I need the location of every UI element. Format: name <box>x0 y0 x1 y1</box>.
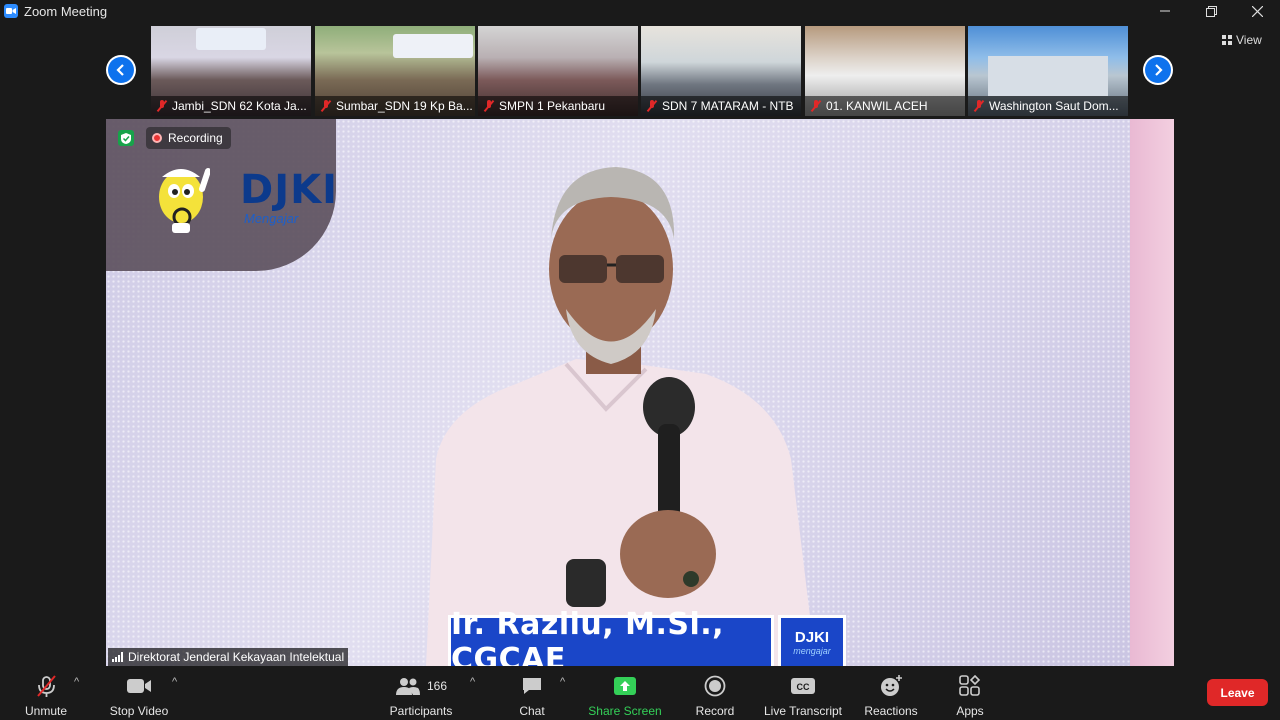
participant-name-tag: Direktorat Jenderal Kekayaan Intelektual <box>108 648 349 666</box>
participant-thumbnail[interactable]: SDN 7 MATARAM - NTB <box>641 26 801 116</box>
window-title: Zoom Meeting <box>24 3 108 19</box>
muted-mic-icon <box>974 100 984 112</box>
caption-logo: DJKI mengajar <box>778 615 846 666</box>
muted-mic-icon <box>647 100 657 112</box>
thumbnail-label: 01. KANWIL ACEH <box>826 99 928 113</box>
title-bar: Zoom Meeting <box>0 0 1280 22</box>
share-screen-button[interactable]: Share Screen <box>588 674 662 718</box>
participants-count: 166 <box>426 679 448 693</box>
minimize-button[interactable] <box>1142 0 1188 22</box>
svg-text:CC: CC <box>797 682 810 692</box>
participants-button[interactable]: 166 Participants <box>386 674 456 718</box>
previous-page-button[interactable] <box>106 55 136 85</box>
muted-microphone-icon <box>37 675 56 697</box>
share-screen-icon <box>614 677 636 695</box>
apps-label: Apps <box>956 704 984 718</box>
security-shield-icon[interactable] <box>118 130 134 146</box>
recording-indicator[interactable]: Recording <box>146 127 231 149</box>
apps-button[interactable]: Apps <box>952 674 988 718</box>
chat-options-caret-icon[interactable]: ^ <box>560 676 565 688</box>
thumbnail-label: Washington Saut Dom... <box>989 99 1119 113</box>
participant-thumbnail[interactable]: Washington Saut Dom... <box>968 26 1128 116</box>
caption-logo-subtitle: mengajar <box>793 645 831 656</box>
view-button[interactable]: View <box>1222 33 1262 47</box>
record-label: Record <box>695 704 735 718</box>
speaker-image <box>426 167 816 666</box>
restore-icon <box>1205 5 1217 17</box>
unmute-button[interactable]: Unmute <box>22 674 70 718</box>
reactions-label: Reactions <box>864 704 918 718</box>
participant-name: Direktorat Jenderal Kekayaan Intelektual <box>128 650 345 664</box>
close-button[interactable] <box>1234 0 1280 22</box>
grid-icon <box>1222 35 1232 45</box>
stop-video-button[interactable]: Stop Video <box>105 674 173 718</box>
leave-button[interactable]: Leave <box>1207 679 1268 706</box>
participant-thumbnail[interactable]: SMPN 1 Pekanbaru <box>478 26 638 116</box>
chevron-right-icon <box>1155 64 1163 76</box>
speaker-caption: Ir. Razilu, M.Si., CGCAE <box>448 607 774 666</box>
muted-mic-icon <box>321 100 331 112</box>
event-logo-subtitle: Mengajar <box>244 211 299 226</box>
participant-thumbnail[interactable]: 01. KANWIL ACEH <box>805 26 965 116</box>
live-transcript-label: Live Transcript <box>763 704 843 718</box>
participants-label: Participants <box>389 704 453 718</box>
thumbnail-label: SDN 7 MATARAM - NTB <box>662 99 794 113</box>
chevron-left-icon <box>116 64 124 76</box>
signal-strength-icon <box>112 652 123 662</box>
mascot-image <box>159 168 210 233</box>
speaker-caption-text: Ir. Razilu, M.Si., CGCAE <box>451 607 725 666</box>
stop-video-label: Stop Video <box>109 704 169 718</box>
recording-dot-icon <box>152 133 162 143</box>
active-speaker-video: DJKI Mengajar Recording Ir. Razilu, M.Si… <box>106 119 1174 666</box>
close-icon <box>1251 5 1263 17</box>
next-page-button[interactable] <box>1143 55 1173 85</box>
view-label: View <box>1236 33 1262 47</box>
thumbnail-label: Jambi_SDN 62 Kota Ja... <box>172 99 307 113</box>
participants-icon <box>395 678 420 695</box>
apps-icon <box>959 675 981 696</box>
restore-button[interactable] <box>1188 0 1234 22</box>
chat-label: Chat <box>519 704 545 718</box>
chat-button[interactable]: Chat <box>514 674 550 718</box>
chat-icon <box>523 678 541 694</box>
video-camera-icon <box>127 679 151 693</box>
reactions-button[interactable]: Reactions <box>862 674 920 718</box>
participants-options-caret-icon[interactable]: ^ <box>470 676 475 688</box>
thumbnail-label: Sumbar_SDN 19 Kp Ba... <box>336 99 473 113</box>
zoom-app-icon <box>4 4 18 18</box>
reactions-icon <box>881 675 902 696</box>
meeting-toolbar: Unmute ^ Stop Video ^ 166 Participants ^… <box>0 666 1280 720</box>
thumbnail-label: SMPN 1 Pekanbaru <box>499 99 606 113</box>
share-screen-label: Share Screen <box>588 704 662 718</box>
participant-thumbnail[interactable]: Jambi_SDN 62 Kota Ja... <box>151 26 311 116</box>
closed-caption-icon: CC <box>791 678 815 694</box>
record-button[interactable]: Record <box>694 674 736 718</box>
live-transcript-button[interactable]: CC Live Transcript <box>761 674 845 718</box>
event-logo-text: DJKI <box>240 167 338 213</box>
recording-label: Recording <box>168 131 223 145</box>
muted-mic-icon <box>811 100 821 112</box>
unmute-label: Unmute <box>24 704 68 718</box>
muted-mic-icon <box>157 100 167 112</box>
muted-mic-icon <box>484 100 494 112</box>
video-options-caret-icon[interactable]: ^ <box>172 676 177 688</box>
audio-options-caret-icon[interactable]: ^ <box>74 676 79 688</box>
minimize-icon <box>1160 10 1170 12</box>
caption-logo-text: DJKI <box>794 628 830 646</box>
record-icon <box>704 675 726 697</box>
participant-thumbnail[interactable]: Sumbar_SDN 19 Kp Ba... <box>315 26 475 116</box>
